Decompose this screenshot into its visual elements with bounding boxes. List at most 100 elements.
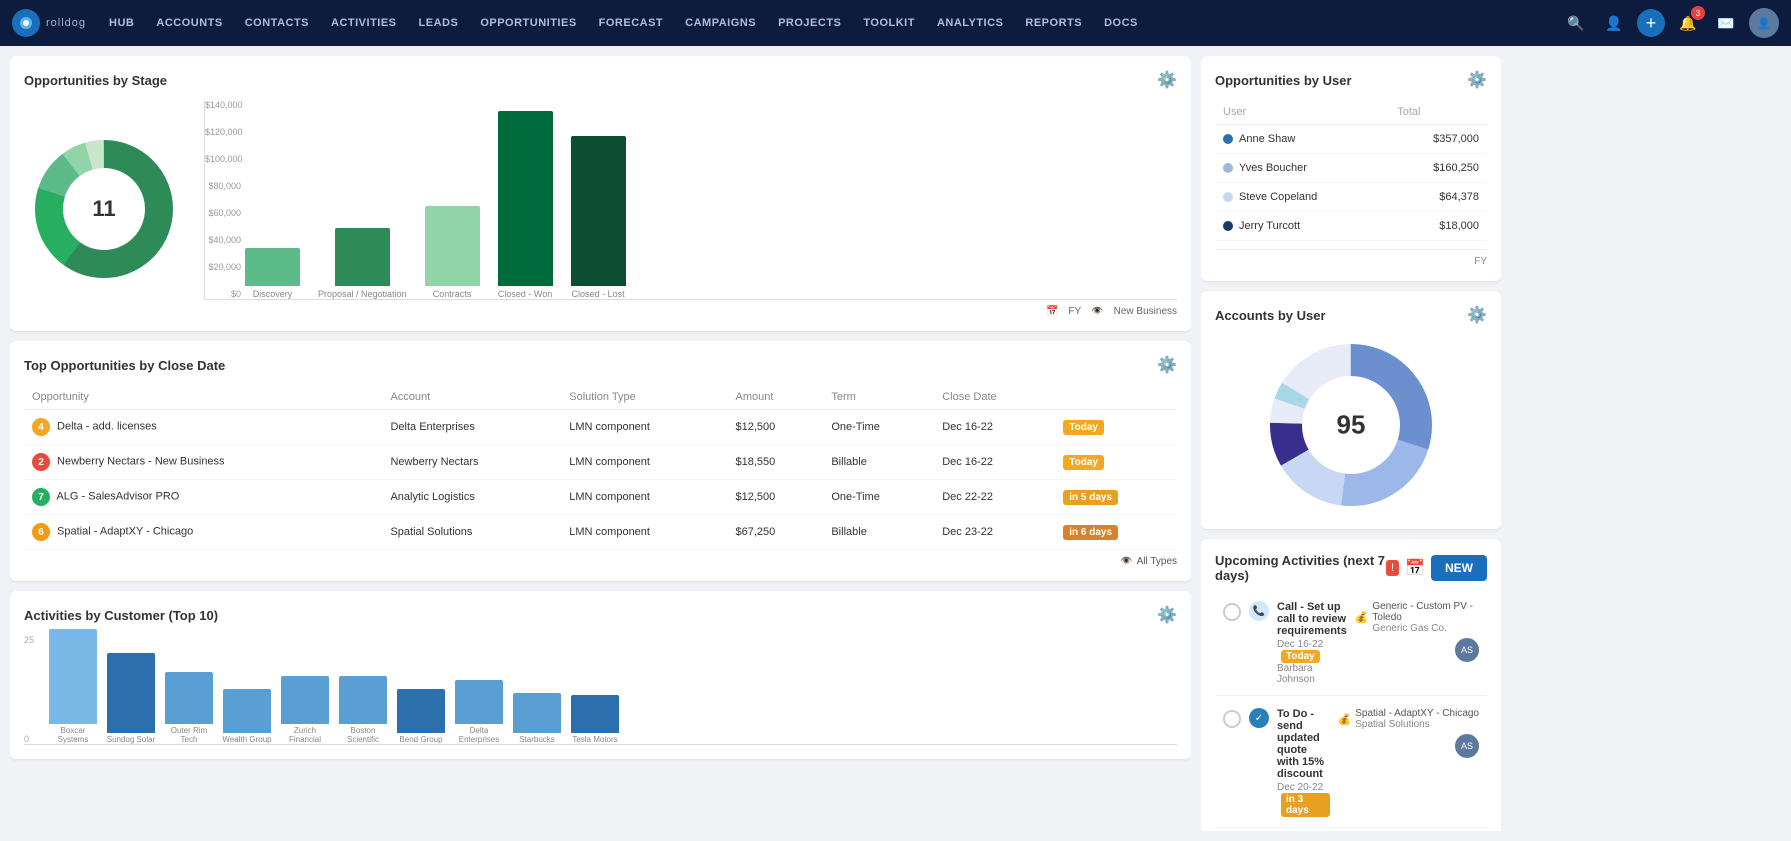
nav-campaigns[interactable]: CAMPAIGNS bbox=[676, 0, 765, 46]
opp-stage-content: 11 $0 $20,000 $40,000 $60,000 $80,000 bbox=[24, 100, 1177, 317]
bar-closed-lost: Closed - Lost bbox=[571, 136, 626, 299]
col-solution: Solution Type bbox=[561, 385, 727, 410]
activity-check[interactable] bbox=[1223, 603, 1241, 621]
top-opp-card: Top Opportunities by Close Date ⚙️ Oppor… bbox=[10, 341, 1191, 581]
badge-today: Today bbox=[1063, 455, 1104, 470]
opp-solution: LMN component bbox=[561, 515, 727, 550]
act-bar-starbucks: Starbucks bbox=[512, 693, 562, 744]
top-opp-gear[interactable]: ⚙️ bbox=[1157, 355, 1177, 375]
opp-term: One-Time bbox=[823, 410, 934, 445]
user-row[interactable]: Yves Boucher $160,250 bbox=[1215, 154, 1487, 183]
nav-projects[interactable]: PROJECTS bbox=[769, 0, 850, 46]
activities-customer-gear[interactable]: ⚙️ bbox=[1157, 605, 1177, 625]
bar-closed-lost-label: Closed - Lost bbox=[572, 289, 625, 299]
badge-today: Today bbox=[1063, 420, 1104, 435]
nav-opportunities[interactable]: OPPORTUNITIES bbox=[471, 0, 585, 46]
opp-name: 4 Delta - add. licenses bbox=[24, 410, 382, 445]
messages-button[interactable]: ✉️ bbox=[1711, 8, 1741, 38]
table-footer[interactable]: 👁️ All Types bbox=[24, 556, 1177, 567]
user-dot-steve bbox=[1223, 192, 1233, 202]
alert-icon[interactable]: ! bbox=[1386, 560, 1399, 576]
col-account: Account bbox=[382, 385, 561, 410]
activity-item[interactable]: 📞 Call - Set up call to review requireme… bbox=[1215, 591, 1487, 696]
table-row[interactable]: 4 Delta - add. licenses Delta Enterprise… bbox=[24, 410, 1177, 445]
activity-item[interactable]: ✓ To Do - send ROI datasheet Dec 20-22 i… bbox=[1215, 830, 1487, 831]
opp-stage-gear[interactable]: ⚙️ bbox=[1157, 70, 1177, 90]
y-label-1: $20,000 bbox=[205, 262, 241, 272]
opp-amount: $12,500 bbox=[728, 480, 824, 515]
search-button[interactable]: 🔍 bbox=[1561, 8, 1591, 38]
calendar-icon[interactable]: 📅 bbox=[1405, 558, 1425, 578]
activity-avatar: AS bbox=[1455, 734, 1479, 758]
contacts-button[interactable]: 👤 bbox=[1599, 8, 1629, 38]
opp-amount: $12,500 bbox=[728, 410, 824, 445]
col-amount: Amount bbox=[728, 385, 824, 410]
opp-user-title: Opportunities by User bbox=[1215, 73, 1352, 88]
opp-badge: Today bbox=[1055, 410, 1177, 445]
y-label-4: $80,000 bbox=[205, 181, 241, 191]
nav-hub[interactable]: HUB bbox=[100, 0, 143, 46]
table-row[interactable]: 6 Spatial - AdaptXY - Chicago Spatial So… bbox=[24, 515, 1177, 550]
nav-logo[interactable]: rolldog bbox=[12, 9, 86, 37]
y-label-5: $100,000 bbox=[205, 154, 241, 164]
notifications-button[interactable]: 🔔 3 bbox=[1673, 8, 1703, 38]
new-activity-button[interactable]: NEW bbox=[1431, 555, 1487, 581]
activity-check[interactable] bbox=[1223, 710, 1241, 728]
user-dot-yves bbox=[1223, 163, 1233, 173]
company-line1: Spatial - AdaptXY - Chicago bbox=[1355, 708, 1479, 719]
act-bar-bend: Bend Group bbox=[396, 689, 446, 744]
nav-contacts[interactable]: CONTACTS bbox=[236, 0, 318, 46]
donut-center: 11 bbox=[92, 196, 115, 222]
nb-icon: 👁️ bbox=[1091, 306, 1103, 317]
bar-proposal-label: Proposal / Negotiation bbox=[318, 289, 407, 299]
nav-activities[interactable]: ACTIVITIES bbox=[322, 0, 406, 46]
opp-account: Delta Enterprises bbox=[382, 410, 561, 445]
opp-user-card: Opportunities by User ⚙️ User Total Anne… bbox=[1201, 56, 1501, 281]
act-bar-delta: Delta Enterprises bbox=[454, 680, 504, 744]
bar-contracts: Contracts bbox=[425, 206, 480, 299]
table-row[interactable]: 7 ALG - SalesAdvisor PRO Analytic Logist… bbox=[24, 480, 1177, 515]
opp-stage-card: Opportunities by Stage ⚙️ bbox=[10, 56, 1191, 331]
user-row[interactable]: Steve Copeland $64,378 bbox=[1215, 183, 1487, 212]
act-y-25: 25 bbox=[24, 635, 34, 645]
opp-user-table: User Total Anne Shaw $357,000 Yves Bouch… bbox=[1215, 100, 1487, 241]
act-bar-zurich: Zurich Financial bbox=[280, 676, 330, 744]
logo-text: rolldog bbox=[46, 17, 86, 29]
accounts-donut-wrap: 95 bbox=[1215, 335, 1487, 515]
table-row[interactable]: 2 Newberry Nectars - New Business Newber… bbox=[24, 445, 1177, 480]
col-close-date: Close Date bbox=[934, 385, 1055, 410]
opp-badge: in 5 days bbox=[1055, 480, 1177, 515]
user-name-yves: Yves Boucher bbox=[1215, 154, 1389, 183]
opp-user-gear[interactable]: ⚙️ bbox=[1467, 70, 1487, 90]
user-row[interactable]: Jerry Turcott $18,000 bbox=[1215, 212, 1487, 241]
opp-solution: LMN component bbox=[561, 480, 727, 515]
accounts-user-gear[interactable]: ⚙️ bbox=[1467, 305, 1487, 325]
bar-contracts-label: Contracts bbox=[433, 289, 472, 299]
opp-close: Dec 16-22 bbox=[934, 445, 1055, 480]
nav-forecast[interactable]: FORECAST bbox=[590, 0, 673, 46]
opp-name: 2 Newberry Nectars - New Business bbox=[24, 445, 382, 480]
opp-solution: LMN component bbox=[561, 445, 727, 480]
nav-reports[interactable]: REPORTS bbox=[1016, 0, 1091, 46]
y-label-7: $140,000 bbox=[205, 100, 241, 110]
accounts-user-title: Accounts by User bbox=[1215, 308, 1326, 323]
nav-accounts[interactable]: ACCOUNTS bbox=[147, 0, 231, 46]
add-button[interactable]: + bbox=[1637, 9, 1665, 37]
nav-analytics[interactable]: ANALYTICS bbox=[928, 0, 1012, 46]
user-row[interactable]: Anne Shaw $357,000 bbox=[1215, 125, 1487, 154]
activity-person: Barbara Johnson bbox=[1277, 663, 1347, 685]
top-opp-table: Opportunity Account Solution Type Amount… bbox=[24, 385, 1177, 550]
activities-chart-wrap: 0 25 Boxcar Systems Sundog Solar Outer R… bbox=[24, 635, 1177, 745]
bar-discovery-label: Discovery bbox=[253, 289, 293, 299]
nav-leads[interactable]: LEADS bbox=[410, 0, 468, 46]
bar-closed-won: Closed - Won bbox=[498, 111, 553, 299]
accounts-donut-center: 95 bbox=[1337, 410, 1366, 441]
activity-item[interactable]: ✓ To Do - send updated quote with 15% di… bbox=[1215, 698, 1487, 828]
nav-toolkit[interactable]: TOOLKIT bbox=[854, 0, 924, 46]
bar-proposal: Proposal / Negotiation bbox=[318, 228, 407, 299]
user-name-jerry: Jerry Turcott bbox=[1215, 212, 1389, 241]
nav-docs[interactable]: DOCS bbox=[1095, 0, 1147, 46]
user-avatar[interactable]: 👤 bbox=[1749, 8, 1779, 38]
user-total-yves: $160,250 bbox=[1389, 154, 1487, 183]
activity-date: Dec 16-22 Today bbox=[1277, 639, 1347, 663]
